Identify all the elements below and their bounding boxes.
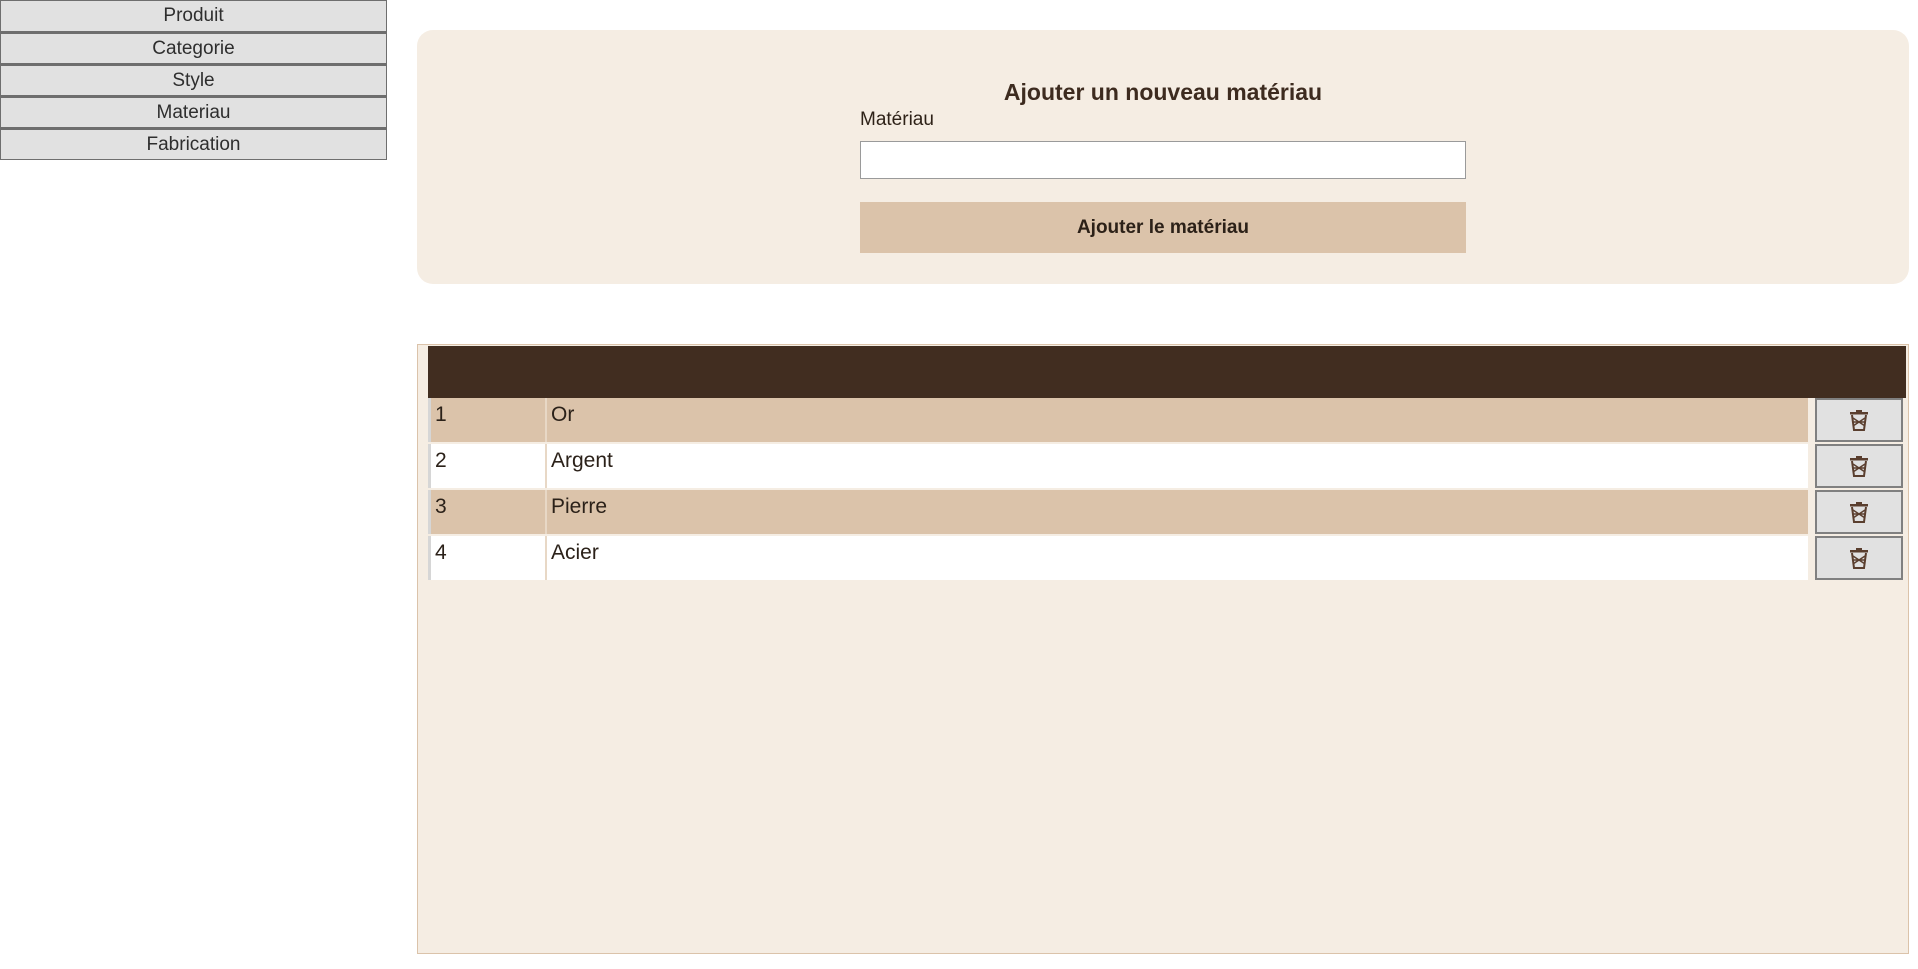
form-title: Ajouter un nouveau matériau [1003, 79, 1323, 105]
cell-name[interactable]: Argent [545, 444, 1808, 488]
cell-id[interactable]: 3 [428, 490, 545, 534]
cell-name[interactable]: Pierre [545, 490, 1808, 534]
material-input[interactable] [860, 141, 1466, 179]
table-row: 1 Or [428, 398, 1906, 444]
trash-icon [1850, 456, 1868, 477]
grid-header [428, 346, 1906, 398]
delete-button[interactable] [1815, 444, 1903, 488]
nav-item-categorie[interactable]: Categorie [0, 32, 387, 64]
side-nav: Produit Categorie Style Materiau Fabrica… [0, 0, 387, 160]
cell-id[interactable]: 4 [428, 536, 545, 580]
nav-item-fabrication[interactable]: Fabrication [0, 128, 387, 160]
grid-rows: 1 Or 2 Argent 3 Pierre 4 Acier [428, 398, 1906, 582]
material-field-label: Matériau [860, 109, 934, 130]
nav-item-produit[interactable]: Produit [0, 0, 387, 32]
cell-name[interactable]: Or [545, 398, 1808, 442]
table-row: 4 Acier [428, 536, 1906, 582]
nav-item-materiau[interactable]: Materiau [0, 96, 387, 128]
cell-name[interactable]: Acier [545, 536, 1808, 580]
nav-item-style[interactable]: Style [0, 64, 387, 96]
table-row: 3 Pierre [428, 490, 1906, 536]
cell-id[interactable]: 2 [428, 444, 545, 488]
delete-button[interactable] [1815, 490, 1903, 534]
add-material-button[interactable]: Ajouter le matériau [860, 202, 1466, 253]
trash-icon [1850, 548, 1868, 569]
trash-icon [1850, 410, 1868, 431]
materials-grid: 1 Or 2 Argent 3 Pierre 4 Acier [417, 344, 1909, 954]
table-row: 2 Argent [428, 444, 1906, 490]
cell-id[interactable]: 1 [428, 398, 545, 442]
add-material-form: Ajouter un nouveau matériau Matériau Ajo… [417, 30, 1909, 284]
delete-button[interactable] [1815, 536, 1903, 580]
delete-button[interactable] [1815, 398, 1903, 442]
trash-icon [1850, 502, 1868, 523]
